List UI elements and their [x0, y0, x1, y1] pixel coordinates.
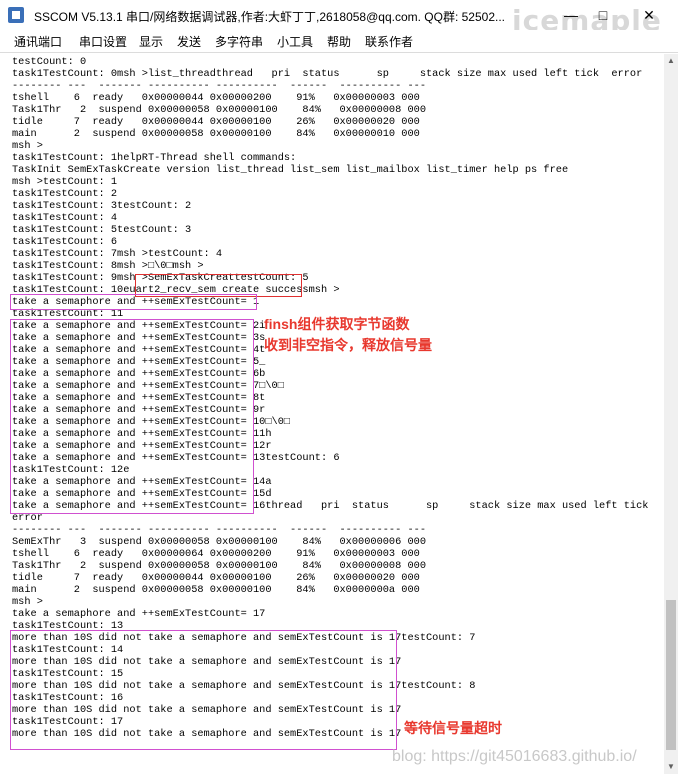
- terminal-line: tidle 7 ready 0x00000044 0x00000100 26% …: [12, 572, 420, 584]
- terminal-line: SemExThr 3 suspend 0x00000058 0x00000100…: [12, 536, 427, 548]
- terminal-line: tidle 7 ready 0x00000044 0x00000100 26% …: [12, 116, 420, 128]
- terminal-line: task1TestCount: 7msh >testCount: 4: [12, 248, 223, 260]
- terminal-line: main 2 suspend 0x00000058 0x00000100 84%…: [12, 584, 420, 596]
- terminal-line: Task1Thr 2 suspend 0x00000058 0x00000100…: [12, 104, 427, 116]
- scroll-up-arrow-icon[interactable]: ▲: [664, 54, 678, 68]
- terminal-line: task1TestCount: 6: [12, 236, 118, 248]
- highlight-box-first-semaphore: [10, 294, 257, 310]
- terminal-line: task1TestCount: 3testCount: 2: [12, 200, 192, 212]
- annotation-timeout: 等待信号量超时: [404, 720, 502, 736]
- menu-item-multi-string[interactable]: 多字符串: [215, 33, 263, 50]
- terminal-line: task1TestCount: 5testCount: 3: [12, 224, 192, 236]
- terminal-line: main 2 suspend 0x00000058 0x00000100 84%…: [12, 128, 420, 140]
- terminal-line: task1TestCount: 8msh >□\0□msh >: [12, 260, 204, 272]
- terminal-line: tshell 6 ready 0x00000044 0x00000200 91%…: [12, 92, 420, 104]
- terminal-line: msh >testCount: 1: [12, 176, 118, 188]
- terminal-line: testCount: 0: [12, 56, 87, 68]
- menu-item-contact[interactable]: 联系作者: [365, 33, 413, 50]
- terminal-line: task1TestCount: 4: [12, 212, 118, 224]
- annotation-finsh-line1: finsh组件获取字节函数: [264, 316, 410, 332]
- terminal-line: -------- --- ------- ---------- --------…: [12, 80, 427, 92]
- menu-item-serial-settings[interactable]: 串口设置: [79, 33, 127, 50]
- menu-item-display[interactable]: 显示: [139, 33, 163, 50]
- terminal-line: task1TestCount: 2: [12, 188, 118, 200]
- menu-item-help[interactable]: 帮助: [327, 33, 351, 50]
- highlight-box-semaphore-takes: [10, 319, 254, 514]
- menu-item-tools[interactable]: 小工具: [277, 33, 313, 50]
- scrollbar-thumb[interactable]: [666, 600, 676, 750]
- highlight-box-timeouts: [10, 630, 397, 750]
- terminal-line: msh >: [12, 140, 43, 152]
- terminal-line: take a semaphore and ++semExTestCount= 1…: [12, 608, 266, 620]
- terminal-line: TaskInit SemExTaskCreate version list_th…: [12, 164, 569, 176]
- blog-watermark: blog: https://git45016683.github.io/: [392, 748, 637, 765]
- menu-item-port[interactable]: 通讯端口: [14, 33, 62, 50]
- terminal-line: msh >: [12, 596, 43, 608]
- menu-item-send[interactable]: 发送: [177, 33, 201, 50]
- terminal-line: task1TestCount: 0msh >list_threadthread …: [12, 68, 643, 80]
- terminal-line: task1TestCount: 1helpRT-Thread shell com…: [12, 152, 297, 164]
- annotation-finsh-line2: 收到非空指令，释放信号量: [264, 337, 432, 353]
- terminal-line: tshell 6 ready 0x00000064 0x00000200 91%…: [12, 548, 420, 560]
- menu-bar: 通讯端口 串口设置 显示 发送 多字符串 小工具 帮助 联系作者: [0, 30, 678, 53]
- terminal-line: -------- --- ------- ---------- --------…: [12, 524, 427, 536]
- scroll-down-arrow-icon[interactable]: ▼: [664, 760, 678, 774]
- minimize-button[interactable]: —: [556, 4, 586, 26]
- close-button[interactable]: ✕: [634, 4, 664, 26]
- title-bar: SSCOM V5.13.1 串口/网络数据调试器,作者:大虾丁丁,2618058…: [0, 0, 678, 37]
- terminal-line: Task1Thr 2 suspend 0x00000058 0x00000100…: [12, 560, 427, 572]
- app-icon: [8, 7, 24, 23]
- maximize-button[interactable]: □: [588, 4, 618, 26]
- window-title: SSCOM V5.13.1 串口/网络数据调试器,作者:大虾丁丁,2618058…: [34, 10, 506, 24]
